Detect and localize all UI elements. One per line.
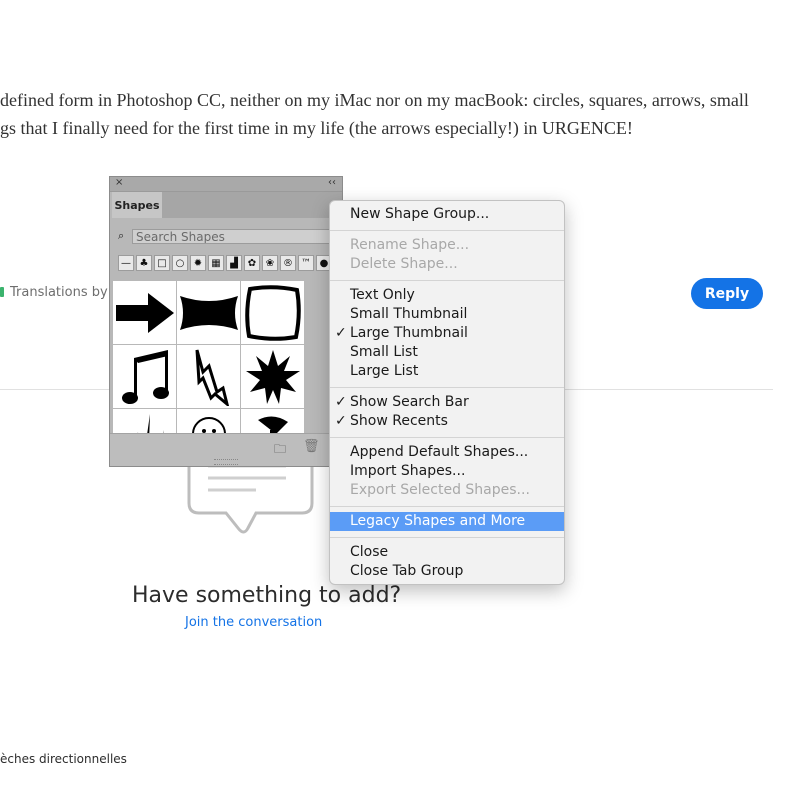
recent-shape[interactable]: ○ [172,255,188,271]
panel-tab-strip [162,192,342,218]
menu-item-close[interactable]: Close [330,543,564,562]
grass-shape[interactable] [113,409,176,433]
reply-button[interactable]: Reply [691,278,763,309]
recent-shape[interactable]: ® [280,255,296,271]
menu-item-legacy-shapes-and-more[interactable]: Legacy Shapes and More [330,512,564,531]
menu-separator [330,230,564,231]
menu-item-show-search-bar[interactable]: ✓ Show Search Bar [330,393,564,412]
menu-item-close-tab-group[interactable]: Close Tab Group [330,562,564,581]
menu-separator [330,537,564,538]
menu-item-append-default-shapes[interactable]: Append Default Shapes... [330,443,564,462]
checkmark-icon: ✓ [335,325,347,341]
menu-item-text-only[interactable]: Text Only [330,286,564,305]
checkmark-icon: ✓ [335,413,347,429]
recent-shape[interactable]: ✿ [244,255,260,271]
panel-title-bar[interactable] [110,177,342,192]
shapes-panel: × ‹‹ Shapes ⌕ — ♣ □ ○ ✹ ▦ ▟ ✿ ❀ ® ™ ● [109,176,343,467]
music-notes-shape[interactable] [113,345,176,408]
menu-item-export-selected-shapes: Export Selected Shapes... [350,482,530,498]
cta-title: Have something to add? [132,583,402,608]
recent-shape[interactable]: ♣ [136,255,152,271]
face-shape[interactable] [177,409,240,433]
recent-shapes: — ♣ □ ○ ✹ ▦ ▟ ✿ ❀ ® ™ ● [118,255,340,273]
shape-thumbnails [112,281,332,433]
starburst-shape[interactable] [241,345,304,408]
lightning-shape[interactable] [177,345,240,408]
tag-label[interactable]: èches directionnelles [0,752,127,766]
search-bar: ⌕ [116,229,338,245]
new-group-folder-icon[interactable]: 🗀 [274,440,286,461]
menu-item-large-thumbnail[interactable]: ✓ Large Thumbnail [330,324,564,343]
search-input[interactable] [132,229,338,244]
search-icon: ⌕ [118,229,125,242]
checkmark-icon: ✓ [335,394,347,410]
menu-item-small-list[interactable]: Small List [330,343,564,362]
arrow-shape[interactable] [113,281,176,344]
menu-separator [330,506,564,507]
recent-shape[interactable]: ™ [298,255,314,271]
join-conversation-link[interactable]: Join the conversation [185,615,322,630]
menu-separator [330,437,564,438]
menu-item-large-list[interactable]: Large List [330,362,564,381]
translations-link[interactable]: Translations by M [0,285,123,300]
menu-item-delete-shape: Delete Shape... [350,256,458,272]
post-body-line-1: defined form in Photoshop CC, neither on… [0,90,749,110]
recent-shape[interactable]: ❀ [262,255,278,271]
panel-footer: 🗀 🗑 [110,433,342,466]
tab-shapes[interactable]: Shapes [112,192,163,218]
translations-label: Translations by M [10,285,124,300]
recent-shape[interactable]: ▟ [226,255,242,271]
menu-item-import-shapes[interactable]: Import Shapes... [330,462,564,481]
menu-item-show-recents[interactable]: ✓ Show Recents [330,412,564,431]
resize-grip[interactable] [214,459,238,465]
recent-shape[interactable]: ▦ [208,255,224,271]
menu-separator [330,387,564,388]
panel-flyout-menu: New Shape Group... Rename Shape... Delet… [329,200,565,585]
trash-icon[interactable]: 🗑 [303,439,320,454]
collapse-icon[interactable]: ‹‹ [328,177,336,188]
post-body-line-2: gs that I finally need for the first tim… [0,118,633,138]
close-icon[interactable]: × [115,177,123,188]
recent-shape[interactable]: — [118,255,134,271]
pin-shape[interactable] [241,409,304,433]
recent-shape[interactable]: □ [154,255,170,271]
banner-shape[interactable] [177,281,240,344]
menu-separator [330,280,564,281]
translate-icon [0,287,4,297]
frame-shape[interactable] [241,281,304,344]
menu-item-small-thumbnail[interactable]: Small Thumbnail [330,305,564,324]
recent-shape[interactable]: ✹ [190,255,206,271]
menu-item-new-shape-group[interactable]: New Shape Group... [330,205,564,224]
menu-item-rename-shape: Rename Shape... [350,237,470,253]
